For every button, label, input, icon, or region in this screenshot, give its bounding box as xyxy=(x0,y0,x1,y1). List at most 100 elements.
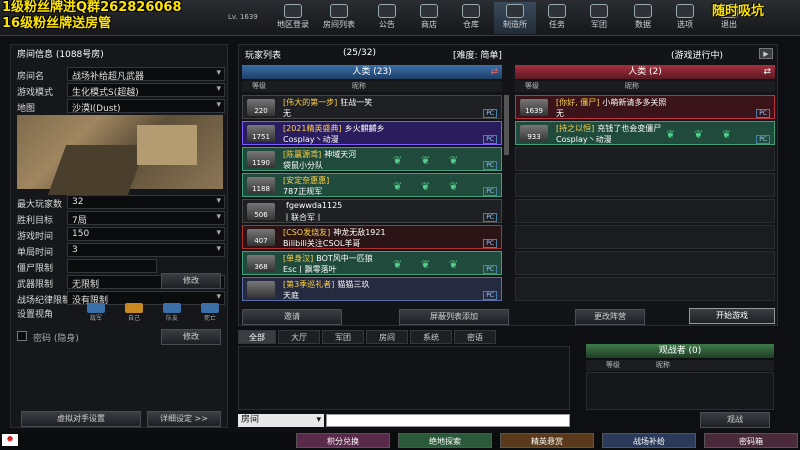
player-name: BOT风中一匹狼 xyxy=(316,254,373,263)
players.humans-row[interactable]: 1188 [安定奈惠惠] 787正规军 ❦ ❦ ❦ PC xyxy=(242,173,502,197)
rank-badge: 220 xyxy=(247,99,275,116)
player-line-1: [安定奈惠惠] xyxy=(283,175,332,186)
pc-cafe-badge: PC xyxy=(483,291,497,300)
password-label: 密码 (隐身) xyxy=(33,334,79,344)
taskbar-button-1[interactable]: 绝地探索 xyxy=(398,433,492,448)
nav-item-9[interactable]: 选项 xyxy=(664,2,706,34)
room-info-title: 房间信息 (1088号房) xyxy=(17,50,104,60)
chat-tab-2[interactable]: 军团 xyxy=(322,330,364,344)
play-icon[interactable]: ▶ xyxy=(759,48,773,59)
players.humans-row[interactable]: 220 [伟大的第一步] 狂战一笑无 PC xyxy=(242,95,502,119)
players.zombies-row[interactable]: 1639 [你好, 僵尸] 小萌新请多多关照无 PC xyxy=(515,95,775,119)
room-field-value[interactable]: 150 xyxy=(67,227,225,241)
player-list-scrollbar[interactable] xyxy=(504,95,509,155)
chat-tab-1[interactable]: 大厅 xyxy=(278,330,320,344)
leaf-icon: ❦ xyxy=(421,154,431,167)
nav-item-4[interactable]: 仓库 xyxy=(450,2,492,34)
players.humans-row[interactable]: 368 [单身汉] BOT风中一匹狼 Esc丨飘零落叶 ❦ ❦ ❦ PC xyxy=(242,251,502,275)
taskbar-button-0[interactable]: 积分兑换 xyxy=(296,433,390,448)
view-option-1[interactable]: 自己 xyxy=(119,303,149,325)
players.humans-row[interactable]: 506 fgewwda1125 丨联合军丨 PC xyxy=(242,199,502,223)
virtual-opponent-button[interactable]: 虚拟对手设置 xyxy=(21,411,141,427)
chat-log xyxy=(238,346,570,410)
empty-slot xyxy=(515,199,775,223)
nav-label: 选项 xyxy=(677,20,693,29)
nav-item-2[interactable]: 公告 xyxy=(366,2,408,34)
password-edit-button[interactable]: 修改 xyxy=(161,329,221,345)
chat-tab-3[interactable]: 房间 xyxy=(366,330,408,344)
player-squad: 787正规军 xyxy=(283,187,323,196)
nav-label: 制造所 xyxy=(503,20,527,29)
nav-item-8[interactable]: 数据 xyxy=(622,2,664,34)
players.humans-row[interactable]: 1190 [陈赢源鸢] 神域天河 袋鼠小分队 ❦ ❦ ❦ PC xyxy=(242,147,502,171)
player-squad: Cosplay丶动漫 xyxy=(556,135,612,144)
view-label: 敌军 xyxy=(89,315,102,322)
rank-badge: 368 xyxy=(247,255,275,272)
nav-item-6[interactable]: 任务 xyxy=(536,2,578,34)
chat-tab-4[interactable]: 系统 xyxy=(410,330,452,344)
swap-icon[interactable]: ⇄ xyxy=(490,65,498,79)
block-list-button[interactable]: 屏蔽列表添加 xyxy=(399,309,509,325)
players.humans-row[interactable]: 1751 [2021精英盛典] 乡火麒麟乡 Cosplay丶动漫 PC xyxy=(242,121,502,145)
chat-input[interactable] xyxy=(326,414,570,427)
nav-item-0[interactable]: 地区登录 xyxy=(272,2,314,34)
zombie-team-header[interactable]: 人类 (2) ⇄ xyxy=(515,65,775,79)
room-field-value[interactable]: 7局 xyxy=(67,211,225,226)
human-team-label: 人类 (23) xyxy=(352,67,392,77)
room-field-2: 地图 沙漠Ⅰ(Dust) xyxy=(11,99,229,114)
detail-settings-button[interactable]: 详细设定 >> xyxy=(147,411,221,427)
map-terrain-shape xyxy=(137,125,197,165)
map-preview-image xyxy=(17,115,223,195)
rank-column-label: 等级 xyxy=(525,82,539,90)
nav-icon xyxy=(676,4,694,18)
room-field-value[interactable] xyxy=(67,259,157,273)
start-game-button[interactable]: 开始游戏 xyxy=(689,308,775,324)
nav-item-1[interactable]: 房间列表 xyxy=(318,2,360,34)
view-option-0[interactable]: 敌军 xyxy=(81,303,111,325)
chat-tab-5[interactable]: 密语 xyxy=(454,330,496,344)
nav-item-7[interactable]: 军团 xyxy=(578,2,620,34)
empty-slot xyxy=(515,147,775,171)
rank-column-label: 等级 xyxy=(606,361,620,369)
taskbar-button-3[interactable]: 战场补给 xyxy=(602,433,696,448)
leaf-icon: ❦ xyxy=(449,154,459,167)
chat-tab-0[interactable]: 全部 xyxy=(238,330,276,344)
swap-icon[interactable]: ⇄ xyxy=(763,65,771,79)
leaf-icon: ❦ xyxy=(666,128,676,141)
room-field-value[interactable]: 沙漠Ⅰ(Dust) xyxy=(67,99,225,114)
room-field-label: 僵尸限制 xyxy=(17,264,54,274)
view-icon xyxy=(201,303,219,313)
player-squad: 无 xyxy=(283,109,291,118)
zombie-limit-edit-button[interactable]: 修改 xyxy=(161,273,221,289)
room-field-label: 游戏模式 xyxy=(17,88,54,98)
taskbar-button-4[interactable]: 密码箱 xyxy=(704,433,798,448)
password-checkbox[interactable] xyxy=(17,331,27,341)
players.humans-row[interactable]: 407 [CSO发烧友] 神龙无敌1921 Bilibili关注CSOL羊哥 PC xyxy=(242,225,502,249)
room-field-value[interactable]: 3 xyxy=(67,243,225,257)
players.zombies-row[interactable]: 933 [持之以恒] 充钱了也会变僵尸 Cosplay丶动漫 ❦ ❦ ❦ PC xyxy=(515,121,775,145)
room-field-value[interactable]: 生化模式S(超越) xyxy=(67,83,225,98)
spectate-button[interactable]: 观战 xyxy=(700,412,770,428)
human-team-header[interactable]: 人类 (23) ⇄ xyxy=(242,65,502,79)
rank-column-label: 等级 xyxy=(252,82,266,90)
view-option-2[interactable]: 队友 xyxy=(157,303,187,325)
chat-channel-select[interactable]: 房间 ▾ xyxy=(238,414,324,427)
map-terrain-shape xyxy=(47,145,147,195)
nav-icon xyxy=(330,4,348,18)
change-team-button[interactable]: 更改阵营 xyxy=(575,309,645,325)
nav-label: 军团 xyxy=(591,20,607,29)
taskbar-button-2[interactable]: 精英悬赏 xyxy=(500,433,594,448)
overlay-line-1: 1级粉丝牌进Q群262826068 xyxy=(2,0,182,15)
difficulty-label: [难度: 简单] xyxy=(453,51,502,61)
player-line-1: fgewwda1125 xyxy=(283,201,342,210)
invite-button[interactable]: 邀请 xyxy=(242,309,342,325)
room-field-value[interactable]: 战场补给超凡武器 xyxy=(67,67,225,82)
nav-item-5[interactable]: 制造所 xyxy=(494,2,536,34)
view-option-3[interactable]: 死亡 xyxy=(195,303,225,325)
name-column-label: 昵称 xyxy=(352,82,366,90)
nav-item-3[interactable]: 商店 xyxy=(408,2,450,34)
room-field-value[interactable]: 32 xyxy=(67,195,225,209)
rank-badge: 1639 xyxy=(520,99,548,116)
players.humans-row[interactable]: [第3季巡礼者] 猫猫三玖 天庭 PC xyxy=(242,277,502,301)
rank-badge: 933 xyxy=(520,125,548,142)
